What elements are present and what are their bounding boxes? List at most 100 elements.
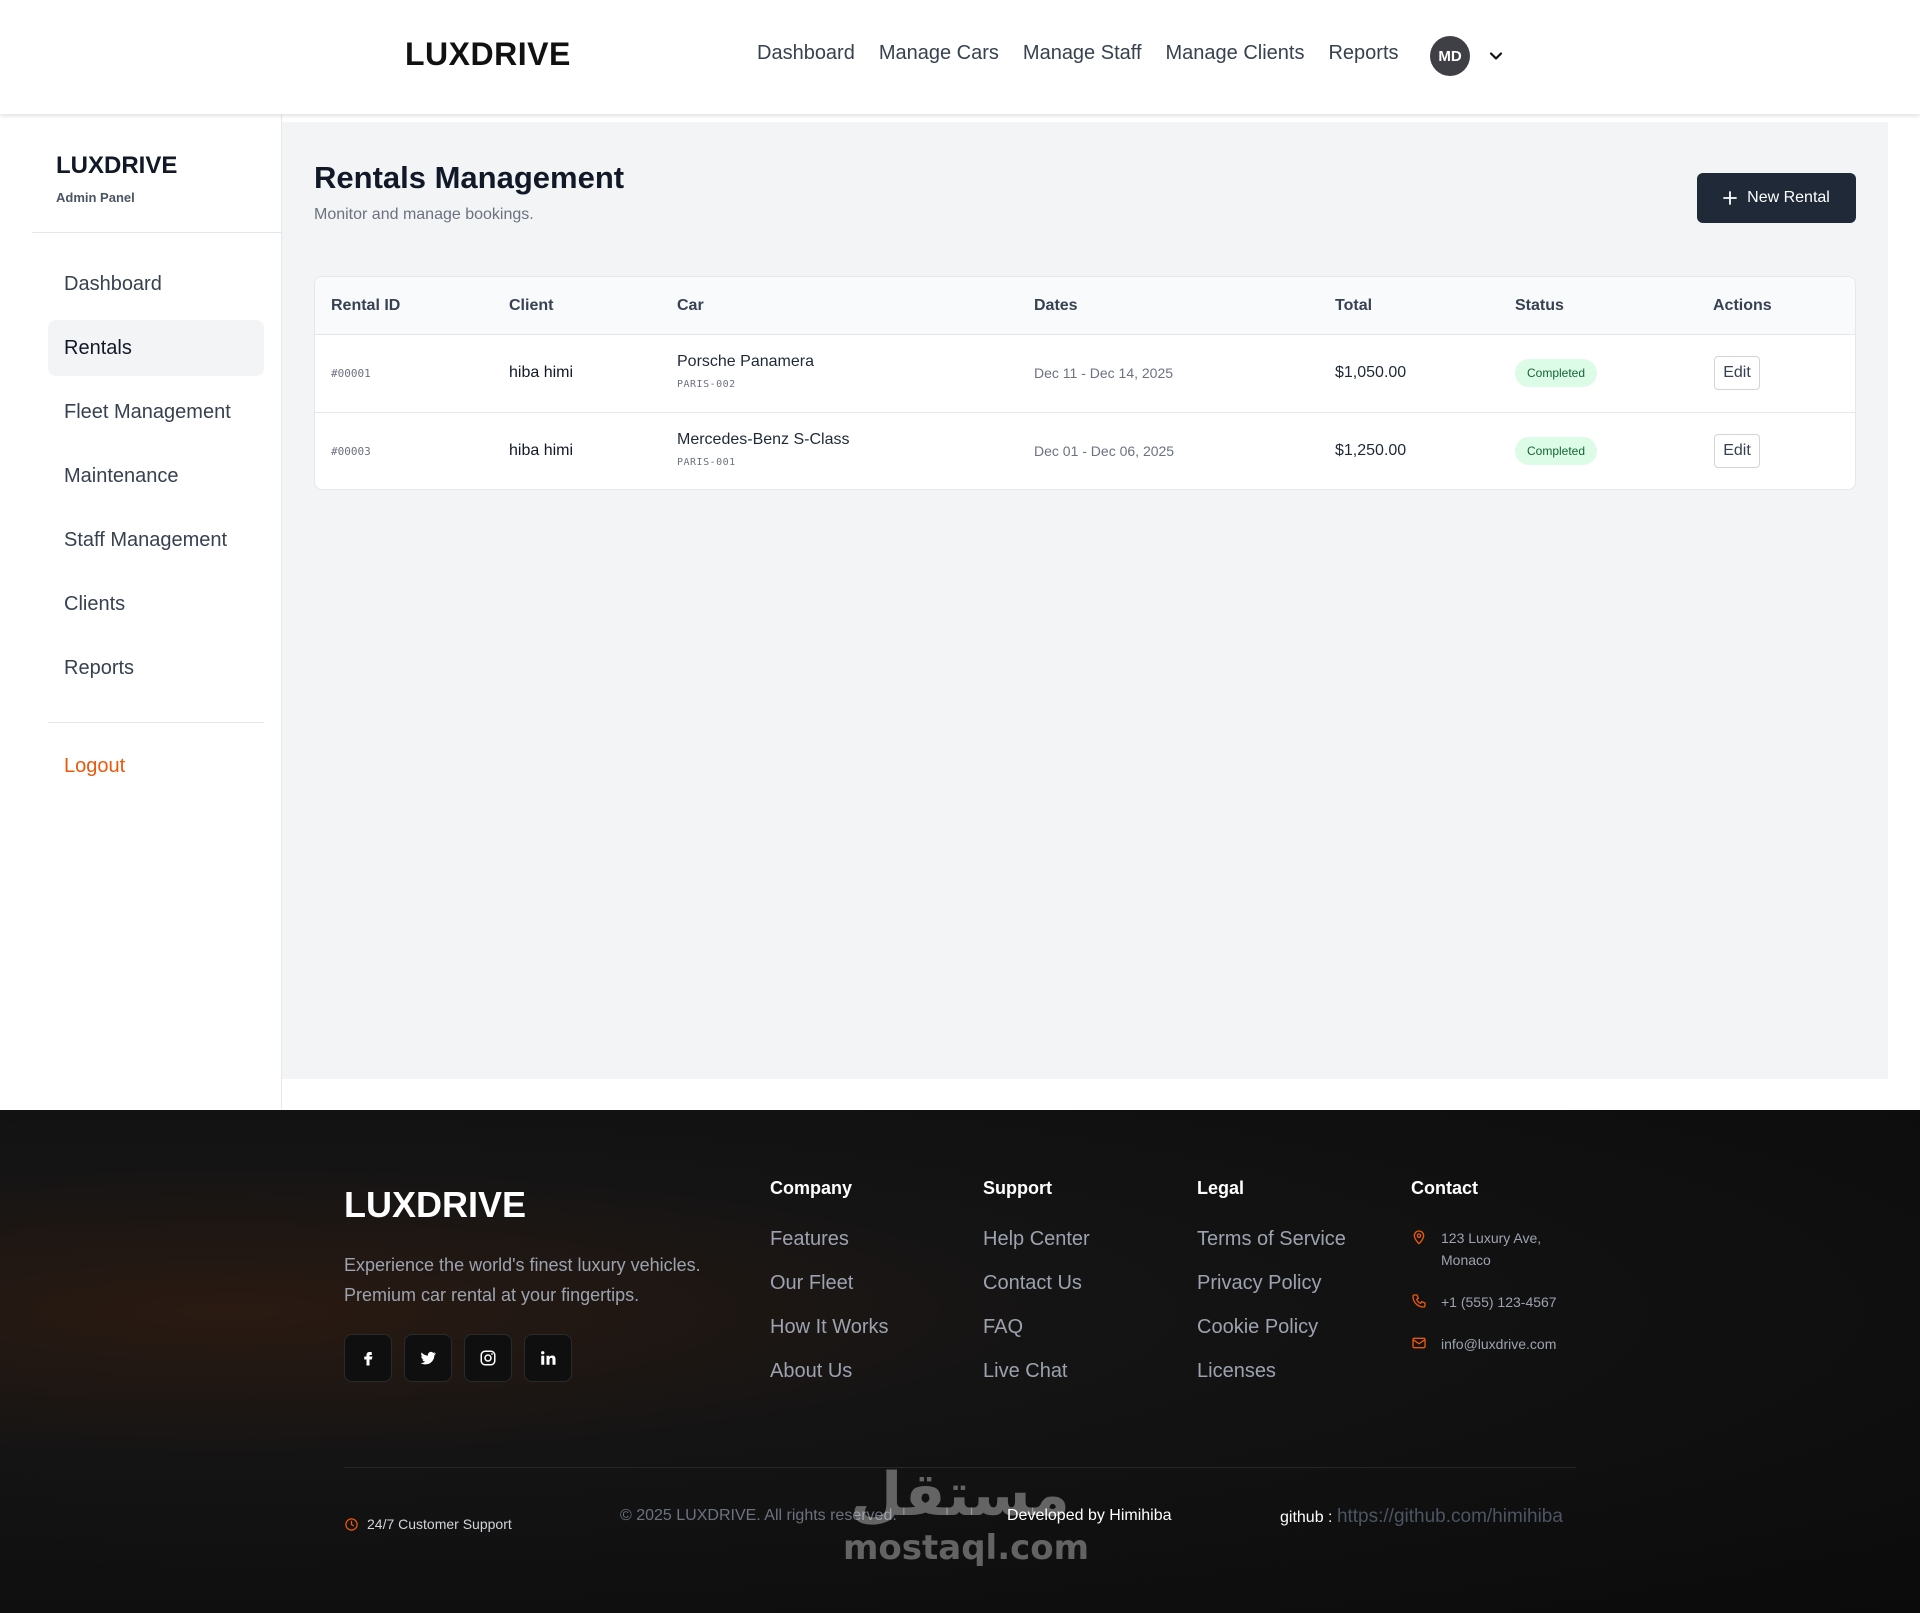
top-nav-dashboard[interactable]: Dashboard [757,42,855,65]
plus-icon [1723,191,1738,205]
top-nav-manage-clients[interactable]: Manage Clients [1166,42,1305,65]
footer-link-how-it-works[interactable]: How It Works [770,1315,889,1339]
sidebar-item-staff-management[interactable]: Staff Management [48,512,264,568]
table-row: #00003 hiba himi Mercedes-Benz S-Class P… [315,413,1855,489]
page-title: Rentals Management [314,160,625,195]
footer-support-heading: Support [983,1178,1052,1198]
new-rental-button[interactable]: New Rental [1697,173,1856,223]
phone-icon [1412,1294,1426,1308]
rentals-table: Rental ID Client Car Dates Total Status … [314,276,1856,490]
car-name: Mercedes-Benz S-Class [677,431,850,448]
linkedin-icon[interactable] [524,1334,572,1382]
github-url[interactable]: https://github.com/himihiba [1337,1506,1563,1527]
address-line-1: 123 Luxury Ave, [1441,1230,1542,1246]
rental-dates: Dec 11 - Dec 14, 2025 [1034,365,1174,381]
sidebar-item-rentals[interactable]: Rentals [48,320,264,376]
map-pin-icon [1413,1230,1425,1245]
sidebar-item-fleet-management[interactable]: Fleet Management [48,384,264,440]
footer-company: Company Features Our Fleet How It Works … [770,1178,889,1403]
footer-contact-heading: Contact [1411,1178,1478,1198]
top-nav-reports[interactable]: Reports [1328,42,1398,65]
table-row: #00001 hiba himi Porsche Panamera PARIS-… [315,335,1855,413]
instagram-icon[interactable] [464,1334,512,1382]
car-name: Porsche Panamera [677,353,814,370]
watermark-english: mostaql.com [843,1528,1090,1568]
sidebar-brand: LUXDRIVE [56,152,178,179]
rental-id: #00003 [331,445,371,458]
footer-link-licenses[interactable]: Licenses [1197,1359,1346,1383]
rental-id: #00001 [331,367,371,380]
sidebar-nav: Dashboard Rentals Fleet Management Maint… [48,256,264,704]
customer-support: 24/7 Customer Support [344,1516,512,1532]
phone-text[interactable]: +1 (555) 123-4567 [1441,1291,1557,1313]
address-text: 123 Luxury Ave, Monaco [1441,1227,1541,1271]
rental-total: $1,050.00 [1335,364,1407,381]
header-total: Total [1335,297,1373,314]
watermark-arabic: مستقل [850,1460,1070,1530]
sidebar-item-dashboard[interactable]: Dashboard [48,256,264,312]
mail-icon [1412,1337,1426,1349]
sidebar-item-maintenance[interactable]: Maintenance [48,448,264,504]
footer-link-faq[interactable]: FAQ [983,1315,1090,1339]
sidebar-subtitle: Admin Panel [56,190,135,205]
footer-contact: Contact 123 Luxury Ave, Monaco +1 (555) 1… [1411,1178,1601,1375]
chevron-down-icon[interactable] [1488,48,1504,64]
divider [32,232,282,233]
footer-link-about-us[interactable]: About Us [770,1359,889,1383]
footer-link-our-fleet[interactable]: Our Fleet [770,1271,889,1295]
sidebar-item-clients[interactable]: Clients [48,576,264,632]
address-line-2: Monaco [1441,1252,1491,1268]
footer-link-contact-us[interactable]: Contact Us [983,1271,1090,1295]
email-text[interactable]: info@luxdrive.com [1441,1333,1556,1355]
footer-support: Support Help Center Contact Us FAQ Live … [983,1178,1090,1403]
top-nav: Dashboard Manage Cars Manage Staff Manag… [757,42,1399,65]
header-car: Car [677,297,704,314]
clock-icon [345,1517,358,1531]
table-header: Rental ID Client Car Dates Total Status … [315,277,1855,335]
footer-link-cookie[interactable]: Cookie Policy [1197,1315,1346,1339]
footer-link-privacy[interactable]: Privacy Policy [1197,1271,1346,1295]
rental-total: $1,250.00 [1335,442,1407,459]
divider [48,722,264,723]
car-code: PARIS-001 [677,457,736,468]
header-actions: Actions [1713,297,1772,314]
new-rental-label: New Rental [1747,189,1830,206]
footer-legal: Legal Terms of Service Privacy Policy Co… [1197,1178,1346,1403]
watermark-logo: مستقل mostaql.com [843,1460,1090,1568]
page-subtitle: Monitor and manage bookings. [314,206,534,223]
contact-phone: +1 (555) 123-4567 [1411,1291,1601,1313]
main-content: Rentals Management Monitor and manage bo… [282,122,1888,1079]
footer-link-live-chat[interactable]: Live Chat [983,1359,1090,1383]
footer-link-terms[interactable]: Terms of Service [1197,1227,1346,1251]
status-badge: Completed [1515,359,1598,387]
footer: LUXDRIVE Experience the world's finest l… [0,1110,1920,1613]
client-name: hiba himi [509,442,574,459]
contact-address: 123 Luxury Ave, Monaco [1411,1227,1601,1271]
status-badge: Completed [1515,437,1598,465]
edit-button[interactable]: Edit [1714,356,1760,390]
twitter-icon[interactable] [404,1334,452,1382]
footer-description: Experience the world's finest luxury veh… [344,1255,701,1305]
user-avatar[interactable]: MD [1430,36,1470,76]
footer-link-help-center[interactable]: Help Center [983,1227,1090,1251]
top-brand-logo[interactable]: LUXDRIVE [405,36,571,73]
footer-company-heading: Company [770,1178,853,1198]
footer-brand: LUXDRIVE [344,1184,527,1225]
contact-email: info@luxdrive.com [1411,1333,1601,1355]
footer-link-features[interactable]: Features [770,1227,889,1251]
customer-support-text: 24/7 Customer Support [367,1516,512,1532]
github-link: github : https://github.com/himihiba [1280,1506,1563,1528]
header-status: Status [1515,297,1564,314]
logout-link[interactable]: Logout [64,755,125,778]
client-name: hiba himi [509,364,574,381]
sidebar-item-reports[interactable]: Reports [48,640,264,696]
top-nav-manage-cars[interactable]: Manage Cars [879,42,999,65]
social-links [344,1334,572,1382]
sidebar: LUXDRIVE Admin Panel Dashboard Rentals F… [0,114,282,1110]
github-label: github : [1280,1509,1333,1526]
rental-dates: Dec 01 - Dec 06, 2025 [1034,443,1175,459]
facebook-icon[interactable] [344,1334,392,1382]
top-navbar: LUXDRIVE Dashboard Manage Cars Manage St… [0,0,1920,114]
top-nav-manage-staff[interactable]: Manage Staff [1023,42,1142,65]
edit-button[interactable]: Edit [1714,434,1760,468]
